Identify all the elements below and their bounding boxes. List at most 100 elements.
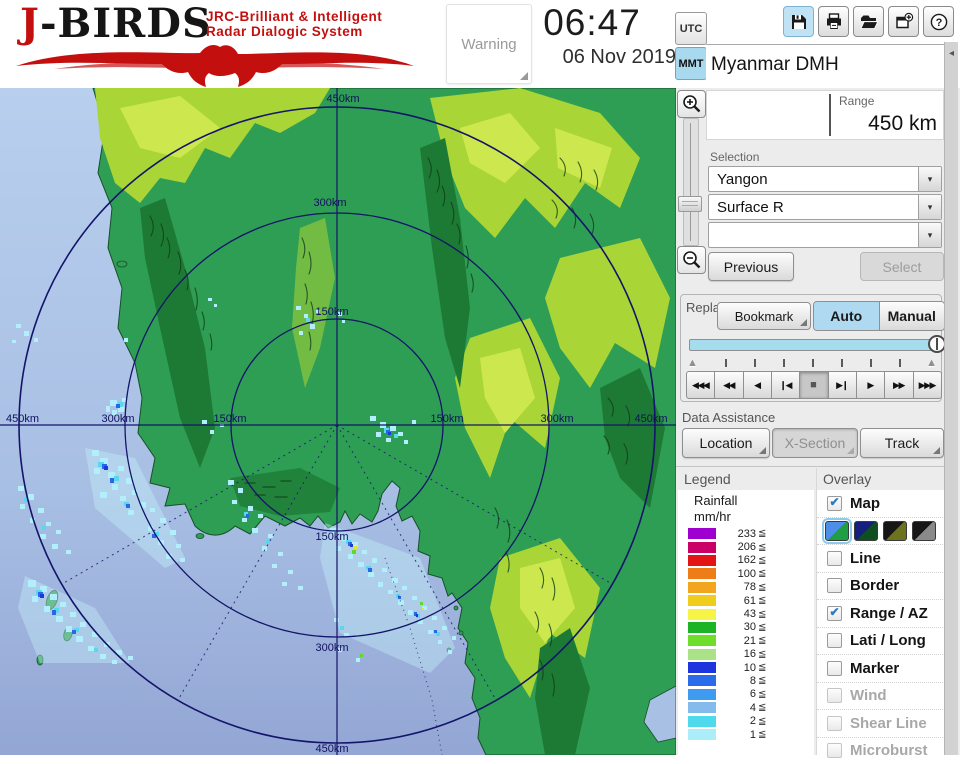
step-back-button[interactable]: ❙◀ [772,371,800,399]
checkbox-range-az[interactable]: ✔ [827,606,842,621]
overlay-row-microburst[interactable]: ✔ Microburst [817,737,945,764]
checkbox-lati-long[interactable]: ✔ [827,633,842,648]
checkbox-marker[interactable]: ✔ [827,661,842,676]
legend-swatch [688,649,716,660]
eagle-icon [14,42,424,88]
panel-scrollbar[interactable]: ◂ [944,42,958,755]
checkbox-wind[interactable]: ✔ [827,688,842,703]
chevron-down-icon[interactable]: ▾ [918,167,941,191]
playback-controls: ◀◀◀ ◀◀ ◀ ❙◀ ■ ▶❙ ▶ ▶▶ ▶▶▶ [686,371,942,399]
legend-swatch [688,609,716,620]
station-box: Myanmar DMH [706,46,944,86]
legend-row: 4≦ [678,701,814,714]
replay-group: Replay Bookmark Auto Manual ▲ ▲ ◀◀◀ ◀◀ ◀… [680,294,942,402]
select-button[interactable]: Select [860,252,944,281]
step-forward-button[interactable]: ▶❙ [829,371,857,399]
play-reverse-button[interactable]: ◀ [744,371,772,399]
checkbox-shear-line[interactable]: ✔ [827,716,842,731]
overlay-body: ✔ Map ✔ Line ✔ Border ✔ Range / AZ [817,490,945,755]
previous-button[interactable]: Previous [708,252,794,281]
replay-slider-ticks: ▲ ▲ [685,355,939,371]
print-icon [824,12,844,32]
jump-start-button[interactable]: ◀◀◀ [686,371,715,399]
zoom-in-button[interactable] [677,90,706,118]
replay-slider-track[interactable] [689,339,935,351]
collapse-left-icon[interactable]: ◂ [945,48,958,59]
zoom-slider-handle[interactable] [678,196,702,212]
checkbox-border[interactable]: ✔ [827,578,842,593]
auto-button[interactable]: Auto [814,302,879,330]
print-button[interactable] [818,6,849,37]
new-window-icon [894,12,914,32]
x-section-button[interactable]: X-Section [772,428,858,458]
jump-end-button[interactable]: ▶▶▶ [914,371,942,399]
track-button[interactable]: Track [860,428,944,458]
fast-forward-button[interactable]: ▶▶ [885,371,913,399]
new-window-button[interactable] [888,6,919,37]
radar-map[interactable]: 450km 300km 150km 150km 300km 450km 450k… [0,88,676,755]
fast-rewind-button[interactable]: ◀◀ [715,371,743,399]
legend-swatch [688,635,716,646]
overlay-row-lati-long[interactable]: ✔ Lati / Long [817,627,945,655]
map-style-swatch-4[interactable] [912,521,936,541]
overlay-row-wind[interactable]: ✔ Wind [817,682,945,710]
map-style-swatch-1[interactable] [825,521,849,541]
range-display: Range 450 km [706,90,944,140]
open-folder-icon [859,12,879,32]
check-icon: ✔ [829,606,839,618]
legend-swatch [688,716,716,727]
manual-button[interactable]: Manual [879,302,945,330]
slider-start-marker[interactable]: ▲ [687,357,698,369]
chevron-down-icon[interactable]: ▾ [918,223,941,247]
zoom-slider-track[interactable] [683,118,699,246]
zoom-control [676,88,706,294]
bookmark-button[interactable]: Bookmark [717,302,811,330]
svg-text:?: ? [935,17,942,29]
stop-button[interactable]: ■ [800,371,828,399]
tick [725,359,727,367]
location-button[interactable]: Location [682,428,770,458]
check-icon: ✔ [829,496,839,508]
site-dropdown[interactable]: Yangon ▾ [708,166,942,192]
clock-date: 06 Nov 2019 [508,46,676,69]
overlay-row-marker[interactable]: ✔ Marker [817,654,945,682]
legend-row: 162≦ [678,554,814,567]
open-folder-button[interactable] [853,6,884,37]
legend-swatch [688,689,716,700]
overlay-row-map[interactable]: ✔ Map [817,490,945,517]
zoom-out-button[interactable] [677,246,706,274]
legend-body: Rainfall mm/hr 233≦ 206≦ 162≦ 100≦ 78≦ 6… [678,490,814,755]
option-dropdown[interactable]: ▾ [708,222,942,248]
overlay-row-border[interactable]: ✔ Border [817,572,945,600]
slider-end-marker[interactable]: ▲ [926,357,937,369]
title-bar: J-BIRDS JRC-Brilliant & Intelligent Rada… [0,0,960,88]
range-ring-label: 300km [540,413,573,425]
map-style-swatch-3[interactable] [883,521,907,541]
range-ring-label: 450km [6,413,39,425]
chevron-down-icon[interactable]: ▾ [918,195,941,219]
overlay-title: Overlay [817,468,945,489]
help-button[interactable]: ? [923,6,954,37]
overlay-row-range-az[interactable]: ✔ Range / AZ [817,599,945,627]
control-panel: Range 450 km Selection Yangon ▾ Surface … [676,88,960,755]
legend-row: 100≦ [678,567,814,580]
legend-row: 10≦ [678,661,814,674]
legend-row: 30≦ [678,621,814,634]
utc-toggle-button[interactable]: UTC [675,12,707,45]
zoom-in-icon [681,93,703,115]
save-button[interactable] [783,6,814,37]
legend-unit: Rainfall mm/hr [694,493,814,525]
legend-swatch [688,555,716,566]
play-button[interactable]: ▶ [857,371,885,399]
tick [812,359,814,367]
mmt-toggle-button[interactable]: MMT [675,47,707,80]
checkbox-line[interactable]: ✔ [827,551,842,566]
overlay-row-shear-line[interactable]: ✔ Shear Line [817,709,945,737]
divider [676,466,944,467]
checkbox-microburst[interactable]: ✔ [827,743,842,758]
map-style-swatch-2[interactable] [854,521,878,541]
overlay-row-line[interactable]: ✔ Line [817,544,945,572]
product-dropdown[interactable]: Surface R ▾ [708,194,942,220]
checkbox-map[interactable]: ✔ [827,496,842,511]
help-icon: ? [929,12,949,32]
